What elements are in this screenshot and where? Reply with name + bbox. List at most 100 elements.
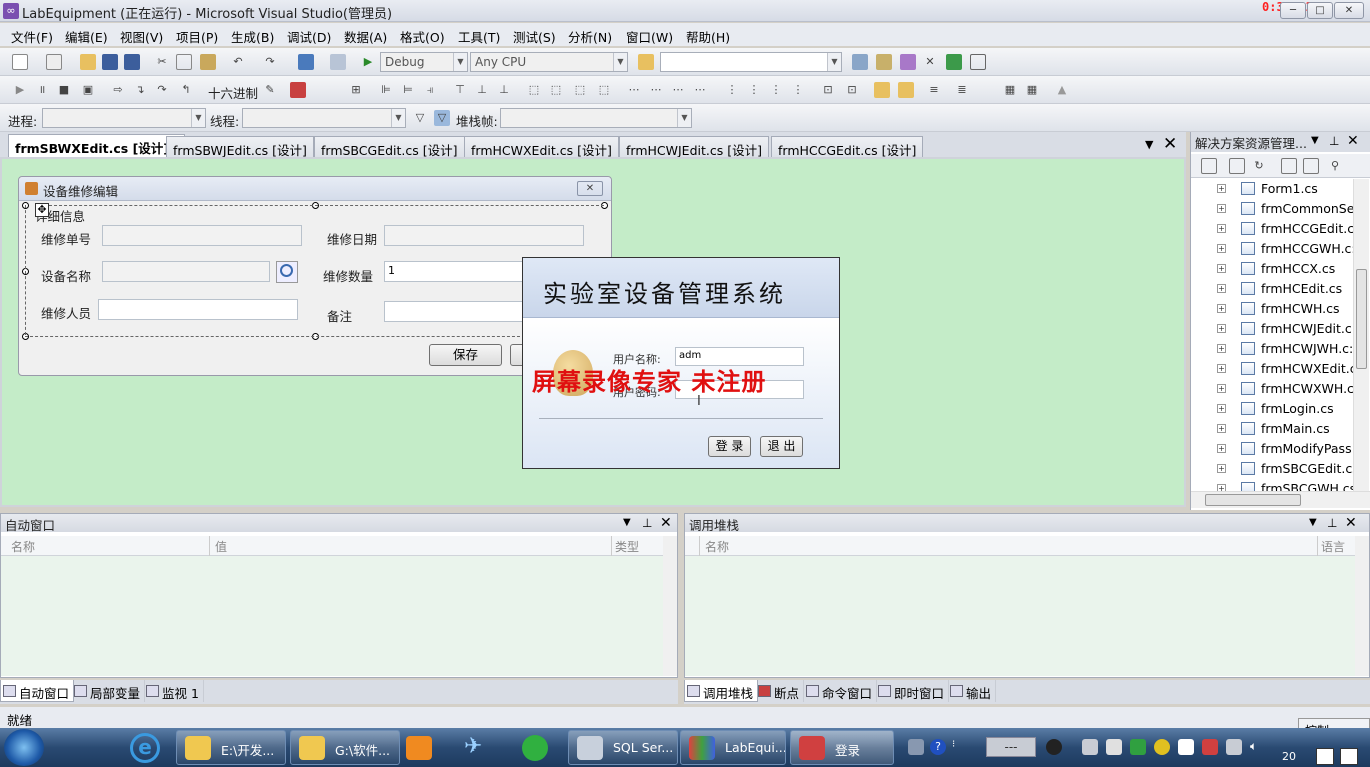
tray-app-icon[interactable] bbox=[1226, 739, 1242, 755]
minimize-button[interactable]: ─ bbox=[1280, 2, 1306, 19]
pin-icon[interactable]: ⊥ bbox=[642, 516, 652, 530]
expand-icon[interactable]: + bbox=[1217, 204, 1226, 213]
taskbar-item-labequipment[interactable]: LabEqui... bbox=[680, 730, 786, 765]
menu-help[interactable]: 帮助(H) bbox=[686, 27, 730, 46]
start-page-icon[interactable] bbox=[946, 54, 962, 70]
menu-view[interactable]: 视图(V) bbox=[120, 27, 163, 46]
taskbar-item-login[interactable]: 登录 bbox=[790, 730, 894, 765]
continue-icon[interactable]: ▶ bbox=[12, 82, 28, 98]
add-item-icon[interactable] bbox=[46, 54, 62, 70]
align-rights-icon[interactable]: ⫣ bbox=[422, 82, 438, 98]
security-shield-icon[interactable] bbox=[1130, 739, 1146, 755]
tab-frmhcwjedit[interactable]: frmHCWJEdit.cs [设计] bbox=[619, 136, 769, 158]
repair-no-field[interactable] bbox=[102, 225, 302, 246]
start-debug-icon[interactable]: ▶ bbox=[360, 54, 376, 70]
expand-icon[interactable]: + bbox=[1217, 424, 1226, 433]
tree-item[interactable]: + frmSBCGEdit.cs bbox=[1191, 459, 1353, 479]
align-middles-icon[interactable]: ⊥ bbox=[474, 82, 490, 98]
flag-threads-icon[interactable]: ▽ bbox=[434, 110, 450, 126]
tab-breakpoints[interactable]: 断点 bbox=[756, 680, 805, 702]
paste-icon[interactable] bbox=[200, 54, 216, 70]
step-out-icon[interactable]: ↰ bbox=[178, 82, 194, 98]
grid-2-icon[interactable]: ▦ bbox=[1024, 82, 1040, 98]
expand-icon[interactable]: + bbox=[1217, 484, 1226, 491]
tab-call-stack[interactable]: 调用堆栈 bbox=[684, 680, 759, 702]
object-browser-icon[interactable] bbox=[900, 54, 916, 70]
make-same-size-icon[interactable]: ⬚ bbox=[572, 82, 588, 98]
align-centers-icon[interactable]: ⊨ bbox=[400, 82, 416, 98]
expand-icon[interactable]: + bbox=[1217, 384, 1226, 393]
menu-edit[interactable]: 编辑(E) bbox=[65, 27, 108, 46]
column-name[interactable]: 名称 bbox=[705, 538, 729, 555]
menu-debug[interactable]: 调试(D) bbox=[287, 27, 331, 46]
tab-frmsbwjedit[interactable]: frmSBWJEdit.cs [设计] bbox=[166, 136, 314, 158]
equipment-name-field[interactable] bbox=[102, 261, 270, 282]
properties-icon[interactable] bbox=[1201, 158, 1217, 174]
expand-icon[interactable]: + bbox=[1217, 464, 1226, 473]
vertical-scrollbar[interactable] bbox=[1353, 179, 1369, 491]
undo-icon[interactable]: ↶ bbox=[230, 54, 246, 70]
tree-item[interactable]: + frmLogin.cs bbox=[1191, 399, 1351, 419]
tab-frmhcwxedit[interactable]: frmHCWXEdit.cs [设计] bbox=[464, 136, 619, 158]
expand-icon[interactable]: + bbox=[1217, 364, 1226, 373]
call-stack-grid[interactable] bbox=[685, 556, 1355, 676]
center-horizontally-icon[interactable]: ⊡ bbox=[820, 82, 836, 98]
horizontal-spacing-icon[interactable]: ⋯ bbox=[626, 82, 642, 98]
filter-icon[interactable]: ▽ bbox=[412, 110, 428, 126]
show-all-files-icon[interactable] bbox=[1229, 158, 1245, 174]
menu-project[interactable]: 项目(P) bbox=[176, 27, 218, 46]
tree-item[interactable]: + frmModifyPass bbox=[1191, 439, 1352, 459]
break-all-icon[interactable]: ॥ bbox=[34, 82, 50, 98]
column-language[interactable]: 语言 bbox=[1321, 538, 1345, 555]
pin-icon[interactable]: ⊥ bbox=[1327, 516, 1337, 530]
update-icon[interactable] bbox=[1154, 739, 1170, 755]
bring-to-front-icon[interactable] bbox=[874, 82, 890, 98]
expand-icon[interactable]: + bbox=[1217, 244, 1226, 253]
save-button[interactable]: 保存 bbox=[429, 344, 502, 366]
expand-icon[interactable]: + bbox=[1217, 264, 1226, 273]
tab-output[interactable]: 输出 bbox=[948, 680, 997, 702]
media-player-icon[interactable] bbox=[406, 736, 432, 760]
find-in-files-icon[interactable] bbox=[638, 54, 654, 70]
start-button[interactable] bbox=[4, 729, 44, 766]
menu-data[interactable]: 数据(A) bbox=[344, 27, 387, 46]
new-project-icon[interactable] bbox=[12, 54, 28, 70]
clock[interactable]: 20 bbox=[1282, 750, 1296, 763]
tree-item[interactable]: + frmSBCGWH.cs bbox=[1191, 479, 1353, 491]
open-folder-icon[interactable] bbox=[80, 54, 96, 70]
repair-person-field[interactable] bbox=[98, 299, 298, 320]
expand-icon[interactable]: + bbox=[1217, 444, 1226, 453]
repair-date-field[interactable] bbox=[384, 225, 584, 246]
close-button[interactable]: ✕ bbox=[1334, 2, 1364, 19]
scrollbar-thumb[interactable] bbox=[1205, 494, 1301, 506]
lock-controls-icon[interactable]: ≣ bbox=[954, 82, 970, 98]
tree-item[interactable]: + frmHCWH.cs bbox=[1191, 299, 1351, 319]
menu-window[interactable]: 窗口(W) bbox=[626, 27, 673, 46]
save-icon[interactable] bbox=[102, 54, 118, 70]
view-designer-icon[interactable] bbox=[1303, 158, 1319, 174]
solution-explorer-icon[interactable] bbox=[852, 54, 868, 70]
menu-format[interactable]: 格式(O) bbox=[400, 27, 445, 46]
send-to-back-icon[interactable] bbox=[898, 82, 914, 98]
menu-tools[interactable]: 工具(T) bbox=[458, 27, 500, 46]
login-button[interactable]: 登 录 bbox=[708, 436, 751, 457]
switch-windows-icon[interactable] bbox=[1340, 748, 1358, 765]
pin-icon[interactable]: ⊥ bbox=[1329, 134, 1339, 148]
tree-item[interactable]: + frmHCEdit.cs bbox=[1191, 279, 1351, 299]
menu-analyze[interactable]: 分析(N) bbox=[568, 27, 612, 46]
expand-icon[interactable]: + bbox=[1217, 344, 1226, 353]
tab-immediate[interactable]: 即时窗口 bbox=[876, 680, 950, 702]
taskbar-item-explorer-e[interactable]: E:\开发... bbox=[176, 730, 286, 765]
solution-config-select[interactable]: Debug ▼ bbox=[380, 52, 468, 72]
tray-expand-icon[interactable]: ⁝ bbox=[952, 739, 968, 755]
stop-debugging-icon[interactable]: ■ bbox=[56, 82, 72, 98]
tree-item[interactable]: + frmHCWXWH.c bbox=[1191, 379, 1353, 399]
form-close-icon[interactable]: ✕ bbox=[577, 181, 603, 196]
taskbar-item-explorer-g[interactable]: G:\软件... bbox=[290, 730, 400, 765]
process-select[interactable]: ▼ bbox=[42, 108, 206, 128]
center-vertically-icon[interactable]: ⊡ bbox=[844, 82, 860, 98]
expand-icon[interactable]: + bbox=[1217, 404, 1226, 413]
step-over-icon[interactable]: ↷ bbox=[154, 82, 170, 98]
navigate-back-icon[interactable] bbox=[298, 54, 314, 70]
volume-icon[interactable]: 🔈︎ bbox=[1250, 739, 1266, 755]
